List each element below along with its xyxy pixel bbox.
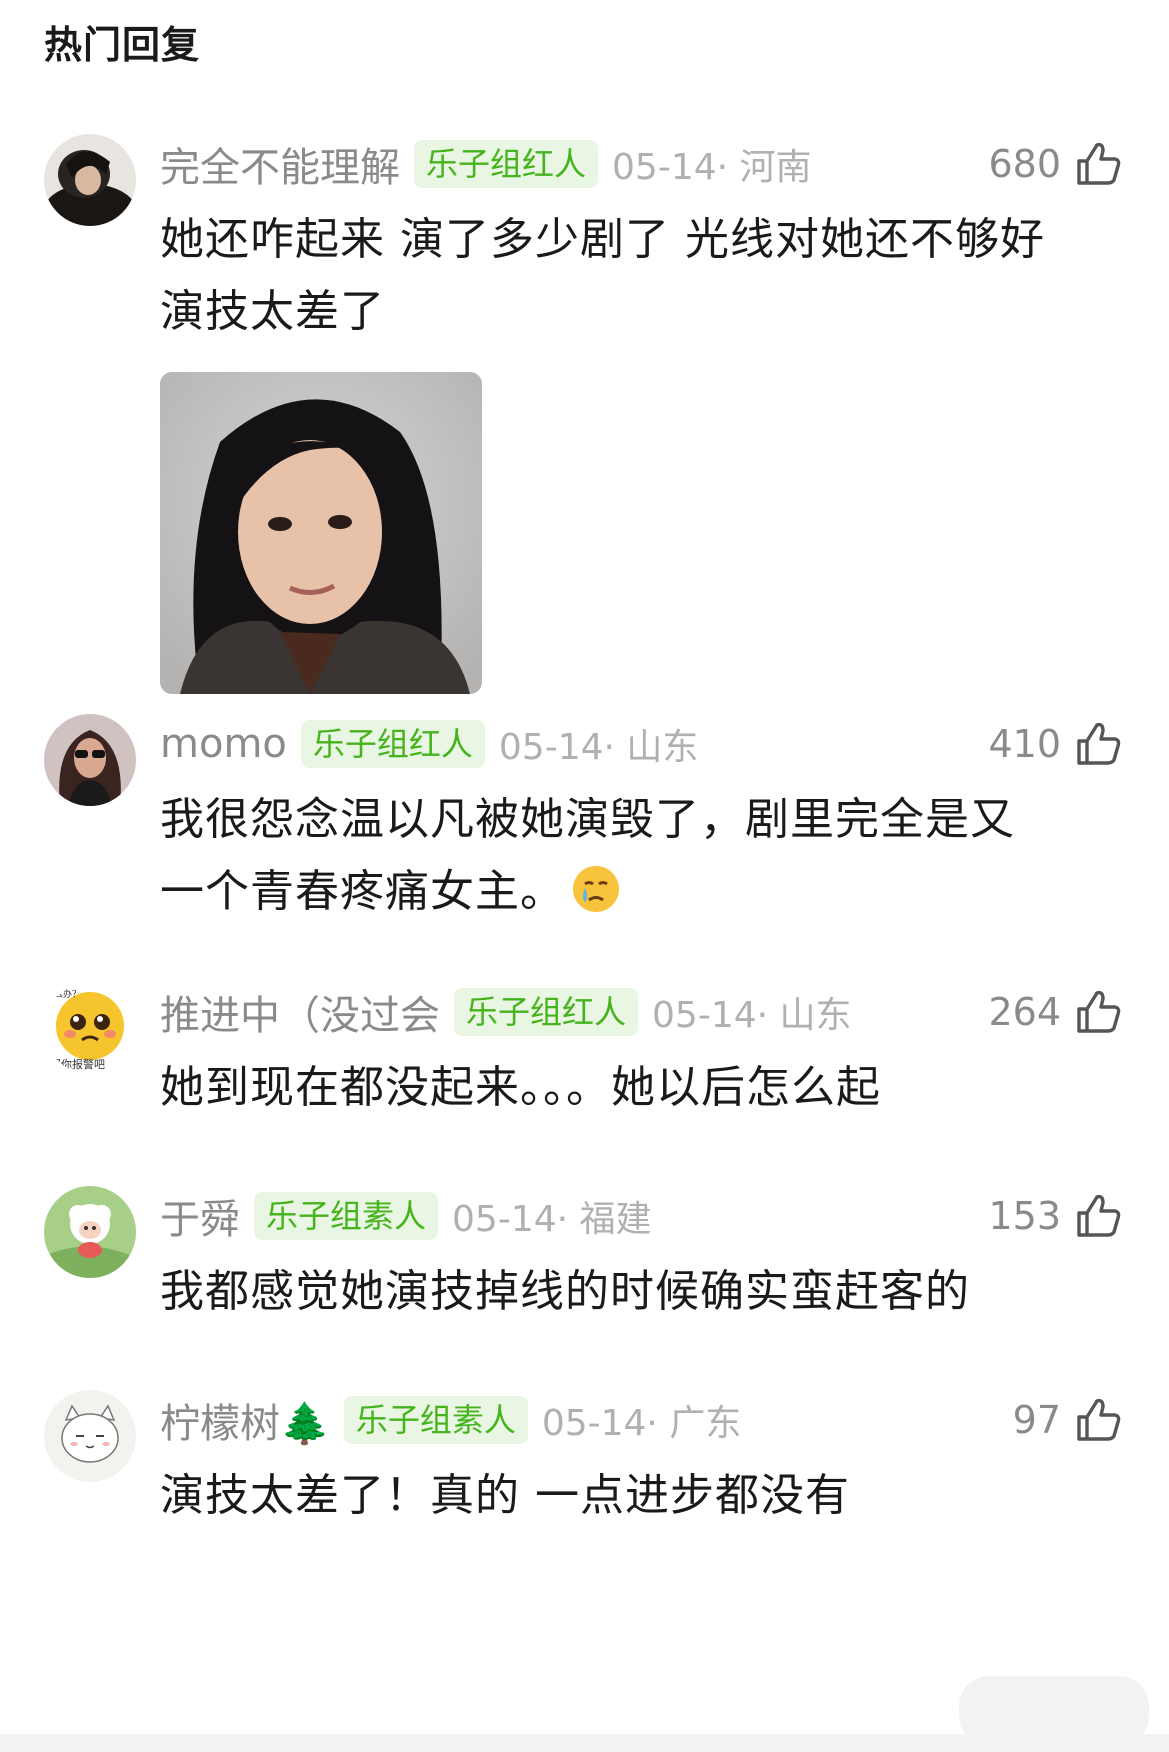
- comment-line: 我很怨念温以凡被她演毁了，剧里完全是又: [160, 794, 1015, 845]
- thumbs-up-icon[interactable]: [1073, 987, 1123, 1037]
- comment-text: 演技太差了！真的 一点进步都没有: [160, 1460, 1120, 1532]
- comment-text: 我很怨念温以凡被她演毁了，剧里完全是又 一个青春疼痛女主。: [160, 784, 1120, 936]
- comment-text: 她还咋起来 演了多少剧了 光线对她还不够好 演技太差了: [160, 204, 1120, 348]
- like-count: 680: [988, 142, 1061, 186]
- like-count: 264: [988, 990, 1061, 1034]
- timestamp-location: 05-14· 河南: [612, 147, 812, 188]
- comment-meta: 于舜 乐子组素人 05-14· 福建: [160, 1188, 652, 1244]
- like-button[interactable]: 264: [988, 984, 1123, 1040]
- thumbs-up-icon[interactable]: [1073, 1395, 1123, 1445]
- comment-line: 演技太差了！真的 一点进步都没有: [160, 1470, 850, 1521]
- user-avatar[interactable]: [44, 1186, 136, 1278]
- timestamp-location: 05-14· 山东: [652, 995, 852, 1036]
- like-count: 97: [1012, 1398, 1061, 1442]
- portrait-photo-icon: [160, 372, 482, 694]
- like-button[interactable]: 410: [988, 716, 1123, 772]
- thumbs-up-icon[interactable]: [1073, 1191, 1123, 1241]
- thumbs-up-icon[interactable]: [1073, 139, 1123, 189]
- comment-image[interactable]: [160, 372, 482, 694]
- dark-hair-person-avatar-icon: [44, 134, 136, 226]
- like-count: 410: [988, 722, 1061, 766]
- username[interactable]: 完全不能理解: [160, 135, 400, 193]
- timestamp-location: 05-14· 山东: [498, 727, 699, 768]
- timestamp-location: 05-14· 广东: [541, 1403, 742, 1444]
- comment-line: 一个青春疼痛女主。: [160, 856, 1120, 936]
- comment-meta: momo 乐子组红人 05-14· 山东: [160, 716, 698, 772]
- comment-meta: 完全不能理解 乐子组红人 05-14· 河南: [160, 136, 812, 192]
- username[interactable]: 于舜: [160, 1187, 240, 1245]
- section-title: 热门回复: [44, 23, 201, 67]
- comment-line: 她还咋起来 演了多少剧了 光线对她还不够好: [160, 214, 1045, 265]
- woman-sunglasses-avatar-icon: [44, 714, 136, 806]
- user-badge: 乐子组素人: [343, 1396, 528, 1444]
- like-button[interactable]: 153: [988, 1188, 1123, 1244]
- thumbs-up-icon[interactable]: [1073, 719, 1123, 769]
- comment-line: 她到现在都没起来。。。她以后怎么起: [160, 1062, 881, 1113]
- user-avatar[interactable]: [44, 714, 136, 806]
- user-avatar[interactable]: [44, 134, 136, 226]
- bottom-bar: [0, 1734, 1169, 1752]
- cartoon-cat-avatar-icon: [44, 1390, 136, 1482]
- comment-line-text: 一个青春疼痛女主。: [160, 866, 565, 917]
- like-button[interactable]: 97: [1013, 1392, 1123, 1448]
- user-avatar[interactable]: [44, 1390, 136, 1482]
- user-badge: 乐子组红人: [414, 140, 599, 188]
- user-badge: 乐子组红人: [300, 720, 485, 768]
- comment-text: 我都感觉她演技掉线的时候确实蛮赶客的: [160, 1256, 1120, 1328]
- comment-line: 我都感觉她演技掉线的时候确实蛮赶客的: [160, 1266, 970, 1317]
- username[interactable]: 柠檬树🌲: [160, 1391, 330, 1449]
- sticker-text-bottom: 那你报警吧: [50, 1057, 105, 1071]
- sticker-text-top: 么办？: [54, 988, 81, 1000]
- comment-meta: 柠檬树🌲 乐子组素人 05-14· 广东: [160, 1392, 741, 1448]
- user-badge: 乐子组红人: [454, 988, 639, 1036]
- comment-text: 她到现在都没起来。。。她以后怎么起: [160, 1052, 1120, 1124]
- timestamp-location: 05-14· 福建: [452, 1199, 652, 1240]
- pleading-face-sticker-avatar-icon: 么办？ 那你报警吧: [44, 982, 136, 1074]
- username[interactable]: momo: [160, 721, 287, 767]
- username[interactable]: 推进中（没过会: [160, 983, 440, 1041]
- cartoon-sheep-avatar-icon: [44, 1186, 136, 1278]
- comment-meta: 推进中（没过会 乐子组红人 05-14· 山东: [160, 984, 852, 1040]
- comment-line: 演技太差了: [160, 286, 385, 337]
- user-avatar[interactable]: 么办？ 那你报警吧: [44, 982, 136, 1074]
- like-button[interactable]: 680: [988, 136, 1123, 192]
- user-badge: 乐子组素人: [254, 1192, 439, 1240]
- like-count: 153: [988, 1194, 1061, 1238]
- crying-face-emoji-icon: [571, 864, 621, 936]
